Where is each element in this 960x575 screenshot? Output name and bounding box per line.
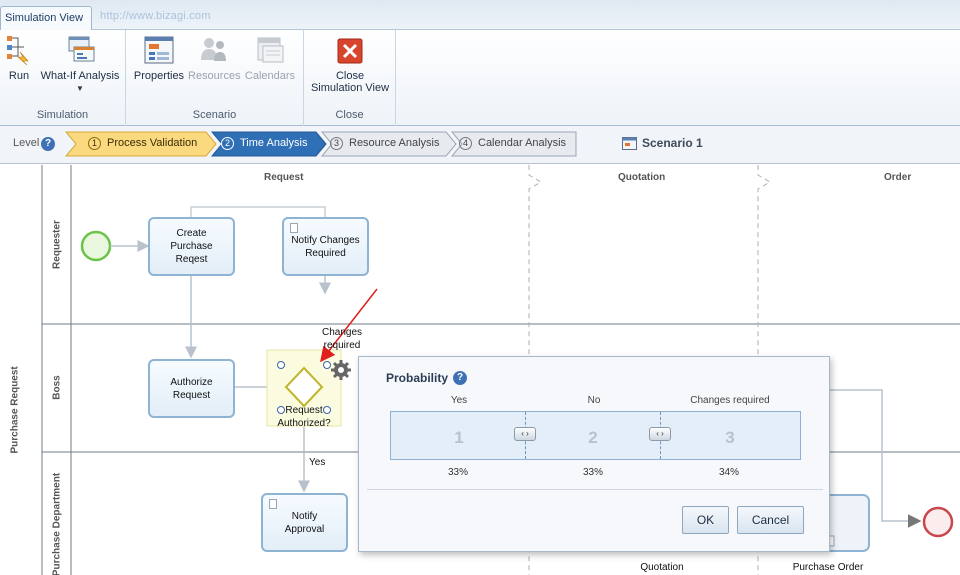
probability-percent-no: 33% bbox=[582, 467, 603, 478]
lane-label-requester: Requester bbox=[51, 220, 63, 269]
flow-label-yes: Yes bbox=[309, 457, 326, 468]
slider-handle-1[interactable]: ‹ › bbox=[514, 427, 536, 441]
probability-title: Probability bbox=[386, 371, 449, 385]
gear-icon bbox=[331, 360, 351, 380]
ok-button[interactable]: OK bbox=[682, 506, 729, 534]
gateway-label[interactable]: Request Authorized? bbox=[268, 404, 340, 430]
probability-dialog: Probability ? Yes No Changes required 1 … bbox=[358, 356, 830, 552]
task-create-purchase-request[interactable]: Create Purchase Reqest bbox=[148, 217, 235, 276]
task-authorize-request[interactable]: Authorize Request bbox=[148, 359, 235, 418]
resources-icon bbox=[201, 38, 226, 61]
properties-icon bbox=[144, 36, 174, 64]
level-step-resource-analysis[interactable]: 3 Resource Analysis bbox=[330, 132, 440, 155]
run-label: Run bbox=[8, 70, 30, 82]
ribbon: Run What-If Analysis ▼ Simulation Proper… bbox=[0, 30, 960, 126]
window-url: http://www.bizagi.com bbox=[100, 10, 211, 22]
level-step-process-validation[interactable]: 1 Process Validation bbox=[88, 132, 197, 155]
ribbon-group-close: Close Simulation View Close bbox=[304, 30, 396, 126]
probability-slider[interactable]: 1 2 3 ‹ › ‹ › bbox=[390, 411, 801, 460]
what-if-label: What-If Analysis bbox=[40, 70, 120, 82]
level-step-time-analysis[interactable]: 2 Time Analysis bbox=[221, 132, 307, 155]
close-label-line2: Simulation View bbox=[310, 82, 390, 94]
ribbon-group-simulation: Run What-If Analysis ▼ Simulation bbox=[0, 30, 126, 126]
calendars-label: Calendars bbox=[244, 70, 296, 82]
document-icon bbox=[290, 223, 298, 233]
group-label-scenario: Scenario bbox=[192, 109, 237, 121]
scenario-icon bbox=[622, 137, 637, 150]
properties-label: Properties bbox=[133, 70, 185, 82]
probability-column-no: No bbox=[587, 395, 601, 406]
task-notify-changes-required[interactable]: Notify Changes Required bbox=[282, 217, 369, 276]
task-notify-approval[interactable]: Notify Approval bbox=[261, 493, 348, 552]
dialog-separator bbox=[367, 489, 823, 490]
lane-label-purchase-department: Purchase Department bbox=[51, 472, 63, 575]
chevron-down-icon: ▼ bbox=[76, 84, 84, 93]
task-label-purchase-order: Purchase Order bbox=[792, 562, 864, 573]
probability-segment-2: 2 bbox=[588, 428, 598, 447]
probability-segment-3: 3 bbox=[725, 428, 735, 447]
column-header-order: Order bbox=[884, 172, 912, 183]
task-label-quotation: Quotation bbox=[640, 562, 684, 573]
probability-segment-1: 1 bbox=[454, 428, 464, 447]
pool-label: Purchase Request bbox=[9, 366, 21, 454]
lane-label-boss: Boss bbox=[51, 375, 63, 400]
probability-percent-changes: 34% bbox=[718, 467, 739, 478]
group-label-close: Close bbox=[335, 109, 364, 121]
close-label-line1: Close bbox=[335, 70, 365, 82]
probability-column-yes: Yes bbox=[450, 395, 468, 406]
flow-label-changes-required: Changes required bbox=[321, 327, 363, 351]
slider-handle-2[interactable]: ‹ › bbox=[649, 427, 671, 441]
probability-percent-yes: 33% bbox=[447, 467, 468, 478]
run-button[interactable]: Run bbox=[2, 34, 36, 82]
resources-button[interactable]: Resources bbox=[188, 34, 241, 82]
what-if-analysis-button[interactable]: What-If Analysis ▼ bbox=[38, 34, 122, 93]
column-header-quotation: Quotation bbox=[618, 172, 666, 183]
column-header-request: Request bbox=[264, 172, 304, 183]
help-icon[interactable]: ? bbox=[453, 371, 467, 385]
tab-simulation-view[interactable]: Simulation View bbox=[0, 6, 92, 31]
properties-button[interactable]: Properties bbox=[132, 34, 186, 82]
level-bar: Level ? 1 Process Validation 2 Time Analys… bbox=[0, 126, 960, 164]
scenario-name: Scenario 1 bbox=[642, 136, 703, 150]
cancel-button[interactable]: Cancel bbox=[737, 506, 804, 534]
close-simulation-view-button[interactable]: Close Simulation View bbox=[306, 34, 394, 94]
calendars-button[interactable]: Calendars bbox=[242, 34, 298, 82]
group-label-simulation: Simulation bbox=[36, 109, 89, 121]
close-icon bbox=[337, 38, 363, 64]
level-step-calendar-analysis[interactable]: 4 Calendar Analysis bbox=[459, 132, 566, 155]
resources-label: Resources bbox=[188, 70, 241, 82]
probability-column-changes: Changes required bbox=[690, 395, 770, 406]
ribbon-group-scenario: Properties Resources Calendars Scenario bbox=[126, 30, 304, 126]
run-icon bbox=[7, 36, 29, 66]
document-icon bbox=[269, 499, 277, 509]
ribbon-tabstrip: Simulation View http://www.bizagi.com bbox=[0, 0, 960, 31]
calendars-icon bbox=[257, 37, 284, 63]
what-if-icon bbox=[68, 36, 95, 62]
